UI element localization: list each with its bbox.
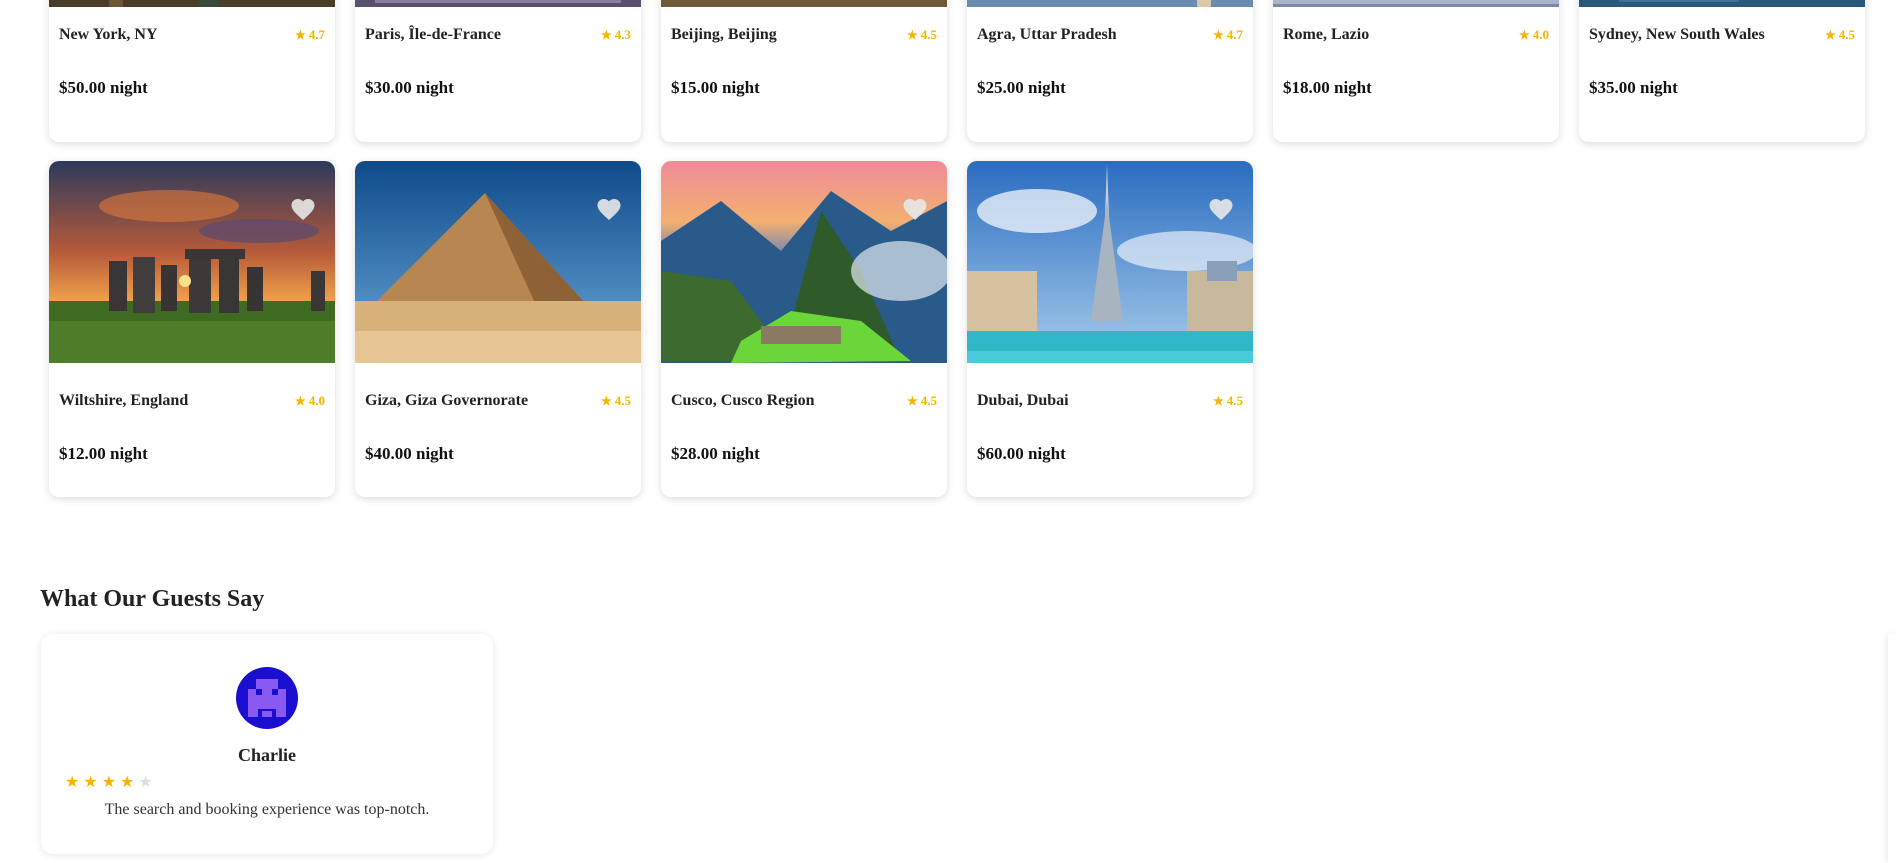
rating-value: 4.3 (614, 27, 631, 42)
review-card: Charlie ★ ★ ★ ★ ★ The search and booking… (41, 634, 493, 854)
listing-price: $25.00 night (977, 78, 1066, 97)
listing-location: Dubai, Dubai (977, 392, 1069, 409)
listing-rating: ★ 4.7 (295, 27, 325, 43)
listing-rating: ★ 4.7 (1213, 27, 1243, 43)
listing-price: $15.00 night (671, 78, 760, 97)
star-icon: ★ (600, 393, 612, 408)
rating-value: 4.0 (308, 393, 325, 408)
listing-rating: ★ 4.3 (601, 27, 631, 43)
listing-location: Sydney, New South Wales (1589, 26, 1765, 43)
star-icon: ★ (1212, 27, 1224, 42)
listing-card[interactable]: New York, NY ★ 4.7 $50.00 night (49, 0, 335, 142)
rating-value: 4.5 (1226, 393, 1243, 408)
star-icon: ★ (101, 774, 117, 791)
listing-location: Giza, Giza Governorate (365, 392, 529, 409)
reviews-section-title: What Our Guests Say (40, 586, 265, 612)
listing-rating: ★ 4.5 (907, 27, 937, 43)
listing-rating: ★ 4.0 (295, 393, 325, 409)
favorite-button[interactable] (291, 198, 315, 222)
listing-price: $28.00 night (671, 444, 760, 463)
listing-card[interactable]: Dubai, Dubai ★ 4.5 $60.00 night (967, 161, 1253, 497)
star-empty-icon: ★ (138, 774, 153, 791)
listing-image[interactable] (967, 161, 1253, 363)
listing-location: New York, NY (59, 26, 158, 43)
listing-price: $30.00 night (365, 78, 454, 97)
listing-rating: ★ 4.5 (1213, 393, 1243, 409)
listing-rating: ★ 4.0 (1519, 27, 1549, 43)
star-icon: ★ (906, 27, 918, 42)
rating-value: 4.5 (920, 27, 937, 42)
listing-rating: ★ 4.5 (1825, 27, 1855, 43)
listing-card[interactable]: Cusco, Cusco Region ★ 4.5 $28.00 night (661, 161, 947, 497)
listing-rating: ★ 4.5 (907, 393, 937, 409)
star-icon: ★ (906, 393, 918, 408)
favorite-button[interactable] (597, 198, 621, 222)
star-icon: ★ (83, 774, 98, 791)
listing-card[interactable]: Beijing, Beijing ★ 4.5 $15.00 night (661, 0, 947, 142)
rating-value: 4.5 (920, 393, 937, 408)
listing-image[interactable] (49, 0, 335, 7)
listing-image[interactable] (355, 161, 641, 363)
listing-price: $60.00 night (977, 444, 1066, 463)
star-icon: ★ (1212, 393, 1224, 408)
listing-card[interactable]: Agra, Uttar Pradesh ★ 4.7 $25.00 night (967, 0, 1253, 142)
listing-price: $40.00 night (365, 444, 454, 463)
listing-image[interactable] (49, 161, 335, 363)
listing-price: $35.00 night (1589, 78, 1678, 97)
rating-value: 4.7 (308, 27, 325, 42)
listing-card[interactable]: Rome, Lazio ★ 4.0 $18.00 night (1273, 0, 1559, 142)
listing-card[interactable]: Wiltshire, England ★ 4.0 $12.00 night (49, 161, 335, 497)
favorite-heart-icon (1209, 199, 1233, 220)
star-icon: ★ (65, 774, 80, 791)
listing-image[interactable] (1579, 0, 1865, 7)
listing-location: Cusco, Cusco Region (671, 392, 815, 409)
rating-value: 4.5 (1838, 27, 1855, 42)
next-review-card-edge (1888, 634, 1898, 863)
reviewer-name: Charlie (238, 745, 296, 765)
listing-location: Rome, Lazio (1283, 26, 1370, 43)
star-icon: ★ (1824, 27, 1836, 42)
star-icon: ★ (1518, 27, 1530, 42)
star-icon: ★ (294, 27, 306, 42)
listing-card[interactable]: Giza, Giza Governorate ★ 4.5 $40.00 night (355, 161, 641, 497)
star-icon: ★ (294, 393, 306, 408)
favorite-heart-icon (597, 199, 621, 220)
listing-location: Agra, Uttar Pradesh (977, 26, 1117, 43)
avatar (236, 667, 298, 729)
rating-value: 4.7 (1226, 27, 1243, 42)
listing-location: Beijing, Beijing (671, 26, 777, 43)
favorite-heart-icon (903, 199, 927, 220)
listing-image[interactable] (661, 161, 947, 363)
favorite-heart-icon (291, 199, 315, 220)
star-icon: ★ (120, 774, 135, 791)
rating-value: 4.0 (1532, 27, 1549, 42)
listing-card[interactable]: Paris, Île-de-France ★ 4.3 $30.00 night (355, 0, 641, 142)
listing-grid-row-2: Wiltshire, England ★ 4.0 $12.00 night Giz… (49, 161, 1859, 497)
star-icon: ★ (600, 27, 612, 42)
listing-rating: ★ 4.5 (601, 393, 631, 409)
listing-price: $18.00 night (1283, 78, 1372, 97)
favorite-button[interactable] (903, 198, 927, 222)
listing-grid-row-1: New York, NY ★ 4.7 $50.00 night Paris, Îl… (49, 0, 1865, 142)
listing-price: $50.00 night (59, 78, 148, 97)
favorite-button[interactable] (1209, 198, 1233, 222)
listing-image[interactable] (661, 0, 947, 7)
review-text: The search and booking experience was to… (104, 801, 430, 818)
rating-value: 4.5 (614, 393, 631, 408)
listing-price: $12.00 night (59, 444, 148, 463)
listing-location: Paris, Île-de-France (365, 26, 501, 43)
listing-card[interactable]: Sydney, New South Wales ★ 4.5 $35.00 nigh… (1579, 0, 1865, 142)
listing-image[interactable] (1273, 0, 1559, 7)
review-rating-stars: ★ ★ ★ ★ ★ (65, 772, 153, 792)
listing-image[interactable] (967, 0, 1253, 7)
listing-location: Wiltshire, England (59, 392, 189, 409)
listing-image[interactable] (355, 0, 641, 7)
